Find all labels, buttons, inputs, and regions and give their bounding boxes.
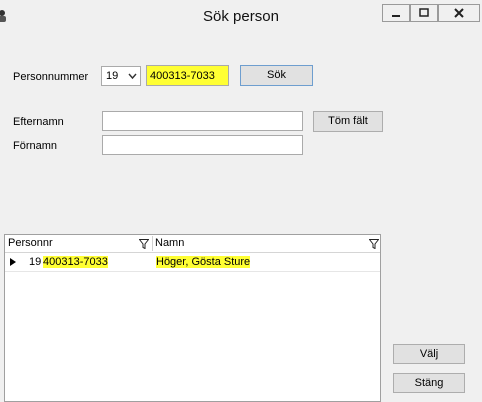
column-header-namn[interactable]: Namn [155, 237, 184, 249]
fornamn-input[interactable] [102, 135, 303, 155]
minimize-icon [392, 15, 400, 17]
row-century: 19 [29, 256, 42, 268]
row-selector-arrow-icon [10, 258, 16, 266]
maximize-icon [419, 8, 429, 17]
efternamn-input[interactable] [102, 111, 303, 131]
personnummer-input[interactable] [146, 65, 229, 86]
clear-fields-button[interactable]: Töm fält [313, 111, 383, 132]
century-value: 19 [106, 70, 119, 82]
fornamn-label: Förnamn [13, 140, 58, 152]
table-row[interactable]: 19 400313-7033 Höger, Gösta Sture [5, 253, 380, 272]
row-personnr: 400313-7033 [43, 256, 108, 268]
title-bar[interactable]: Sök person [0, 0, 482, 34]
century-select[interactable]: 19 [101, 66, 141, 86]
personnummer-label: Personnummer [13, 71, 89, 83]
row-namn: Höger, Gösta Sture [156, 256, 251, 268]
results-grid[interactable]: Personnr Namn 19 400313-7033 Höger, Göst… [4, 234, 381, 402]
filter-icon[interactable] [369, 239, 379, 249]
choose-button-label: Välj [419, 348, 439, 360]
close-window-button[interactable] [438, 4, 480, 22]
close-icon [454, 8, 464, 18]
column-separator[interactable] [152, 236, 153, 251]
chevron-down-icon [128, 73, 137, 80]
clear-fields-label: Töm fält [328, 115, 368, 127]
column-header-personnr[interactable]: Personnr [8, 237, 53, 249]
maximize-button[interactable] [410, 4, 438, 22]
grid-header: Personnr Namn [5, 235, 380, 253]
close-button[interactable]: Stäng [393, 373, 465, 393]
search-button[interactable]: Sök [240, 65, 313, 86]
efternamn-label: Efternamn [13, 116, 64, 128]
filter-icon[interactable] [139, 239, 149, 249]
minimize-button[interactable] [382, 4, 410, 22]
search-button-label: Sök [267, 69, 286, 81]
choose-button[interactable]: Välj [393, 344, 465, 364]
close-button-label: Stäng [414, 377, 444, 389]
